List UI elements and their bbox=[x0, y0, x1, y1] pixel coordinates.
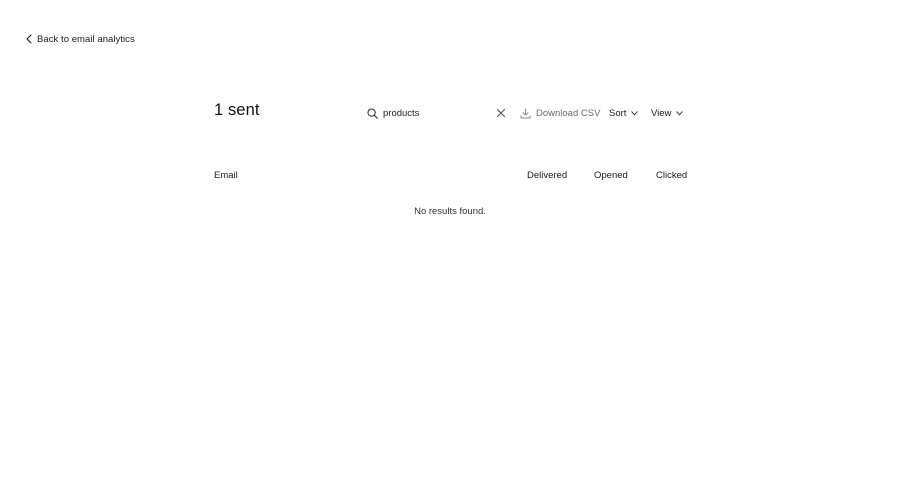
empty-state-message: No results found. bbox=[414, 206, 486, 217]
download-icon bbox=[520, 108, 531, 118]
search-icon bbox=[367, 107, 378, 119]
search-bar bbox=[367, 104, 509, 122]
back-to-email-analytics-link[interactable]: Back to email analytics bbox=[26, 31, 135, 47]
download-csv-label: Download CSV bbox=[536, 107, 601, 119]
chevron-down-icon bbox=[676, 110, 684, 115]
chevron-left-icon bbox=[26, 34, 32, 44]
close-icon[interactable] bbox=[496, 108, 506, 118]
view-dropdown[interactable]: View bbox=[651, 105, 684, 121]
sort-dropdown[interactable]: Sort bbox=[609, 105, 639, 121]
column-header-delivered: Delivered bbox=[527, 170, 568, 181]
back-link-label: Back to email analytics bbox=[37, 33, 135, 45]
column-header-clicked: Clicked bbox=[656, 170, 688, 181]
column-header-email: Email bbox=[214, 170, 238, 181]
column-header-opened: Opened bbox=[594, 170, 628, 181]
download-csv-button[interactable]: Download CSV bbox=[520, 105, 600, 121]
chevron-down-icon bbox=[631, 110, 639, 115]
view-label: View bbox=[651, 107, 672, 119]
page-title: 1 sent bbox=[214, 101, 260, 119]
sort-label: Sort bbox=[609, 107, 627, 119]
search-input[interactable] bbox=[383, 107, 493, 119]
